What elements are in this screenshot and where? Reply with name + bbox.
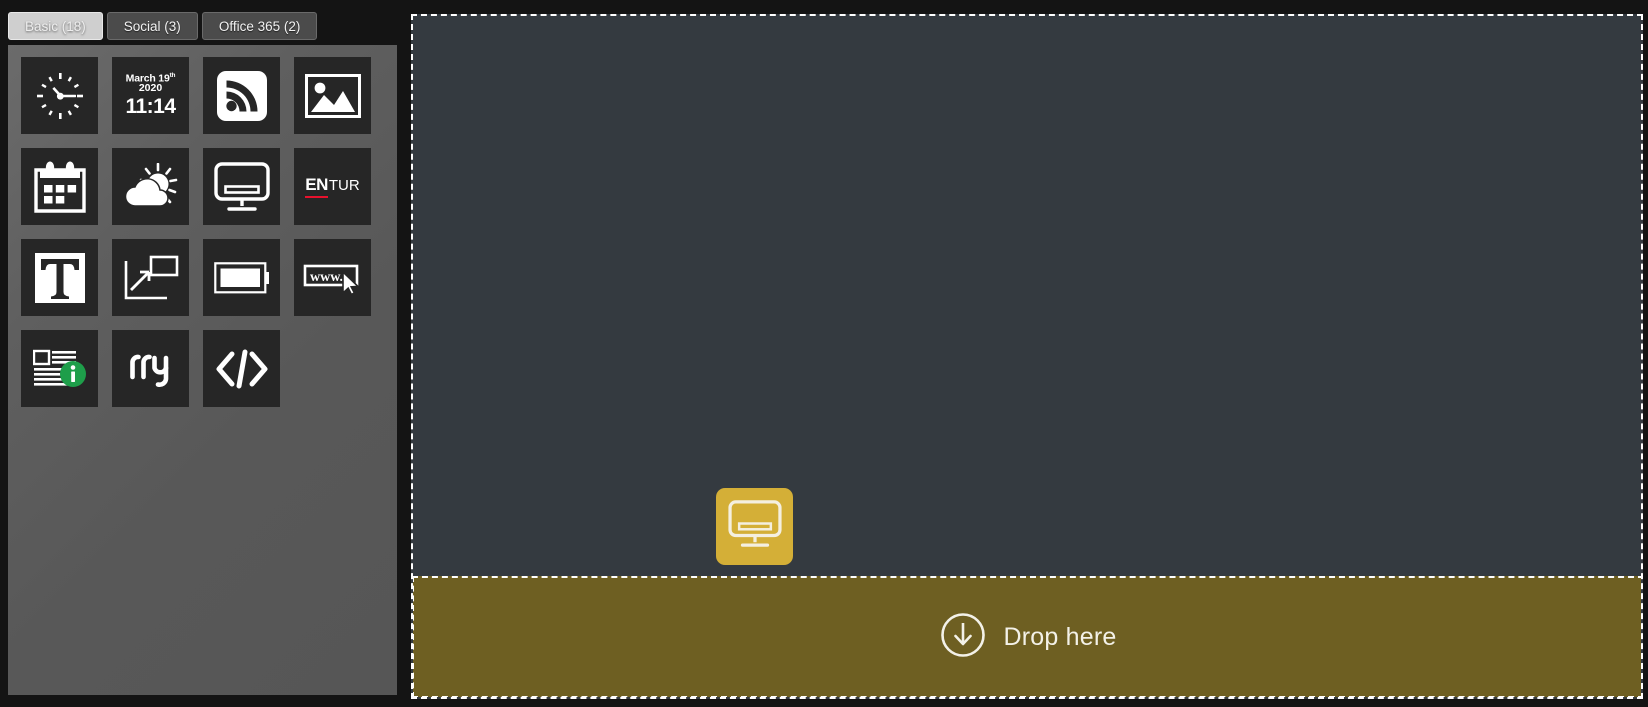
- widget-tile-battery[interactable]: [203, 239, 280, 316]
- date-year: 2020: [138, 82, 163, 95]
- news-info-icon: [32, 347, 87, 391]
- code-brackets-icon: [215, 347, 269, 391]
- fly-logo-icon: [127, 345, 175, 393]
- calendar-icon: [33, 161, 86, 213]
- arrow-down-circle-icon: [940, 612, 986, 663]
- drag-ghost-display-widget[interactable]: [716, 488, 793, 565]
- text-t-icon: [34, 252, 85, 303]
- widget-library-panel: Basic (18) Social (3) Office 365 (2) Mar…: [0, 0, 405, 707]
- picture-image-icon: [304, 73, 361, 118]
- entur-logo-light: TUR: [328, 177, 360, 194]
- web-url-cursor-icon: www.: [303, 260, 363, 296]
- drop-zone[interactable]: Drop here: [413, 576, 1641, 697]
- scale-resize-icon: [123, 255, 179, 301]
- tab-office365[interactable]: Office 365 (2): [201, 12, 318, 40]
- drop-zone-label: Drop here: [1003, 622, 1117, 651]
- weather-sun-cloud-icon: [123, 162, 179, 211]
- tab-social[interactable]: Social (3): [106, 12, 198, 40]
- clock-time: 11:14: [125, 95, 176, 119]
- monitor-display-icon: [727, 500, 782, 553]
- widget-tile-scale[interactable]: [112, 239, 189, 316]
- svg-text:www.: www.: [310, 270, 343, 285]
- widget-tile-entur[interactable]: EN TUR: [294, 148, 371, 225]
- widget-tile-image[interactable]: [294, 57, 371, 134]
- entur-logo-icon: EN TUR: [305, 175, 360, 198]
- widget-tile-web[interactable]: www.: [294, 239, 371, 316]
- battery-icon: [213, 261, 270, 294]
- application-window: Basic (18) Social (3) Office 365 (2) Mar…: [0, 0, 1648, 707]
- widget-tile-code[interactable]: [203, 330, 280, 407]
- date-time-text-icon: March 19th 2020 11:14: [125, 71, 176, 119]
- analog-clock-icon: [33, 69, 87, 123]
- rss-feed-icon: [216, 70, 267, 121]
- widget-tile-date-time[interactable]: March 19th 2020 11:14: [112, 57, 189, 134]
- date-ordinal: th: [169, 71, 176, 79]
- widget-list-container: March 19th 2020 11:14 EN TUR www.: [8, 45, 397, 695]
- widget-tile-fly[interactable]: [112, 330, 189, 407]
- category-tab-bar: Basic (18) Social (3) Office 365 (2): [8, 12, 318, 40]
- layout-canvas[interactable]: Drop here: [411, 14, 1643, 699]
- widget-tile-calendar[interactable]: [21, 148, 98, 225]
- entur-logo-bold: EN: [305, 175, 328, 198]
- widget-tile-news-info[interactable]: [21, 330, 98, 407]
- widget-tile-rss[interactable]: [203, 57, 280, 134]
- widget-tile-display[interactable]: [203, 148, 280, 225]
- widget-tile-clock[interactable]: [21, 57, 98, 134]
- monitor-display-icon: [213, 161, 270, 212]
- tab-basic[interactable]: Basic (18): [8, 12, 103, 40]
- widget-tile-weather[interactable]: [112, 148, 189, 225]
- widget-tile-text[interactable]: [21, 239, 98, 316]
- widget-grid: March 19th 2020 11:14 EN TUR www.: [21, 57, 385, 407]
